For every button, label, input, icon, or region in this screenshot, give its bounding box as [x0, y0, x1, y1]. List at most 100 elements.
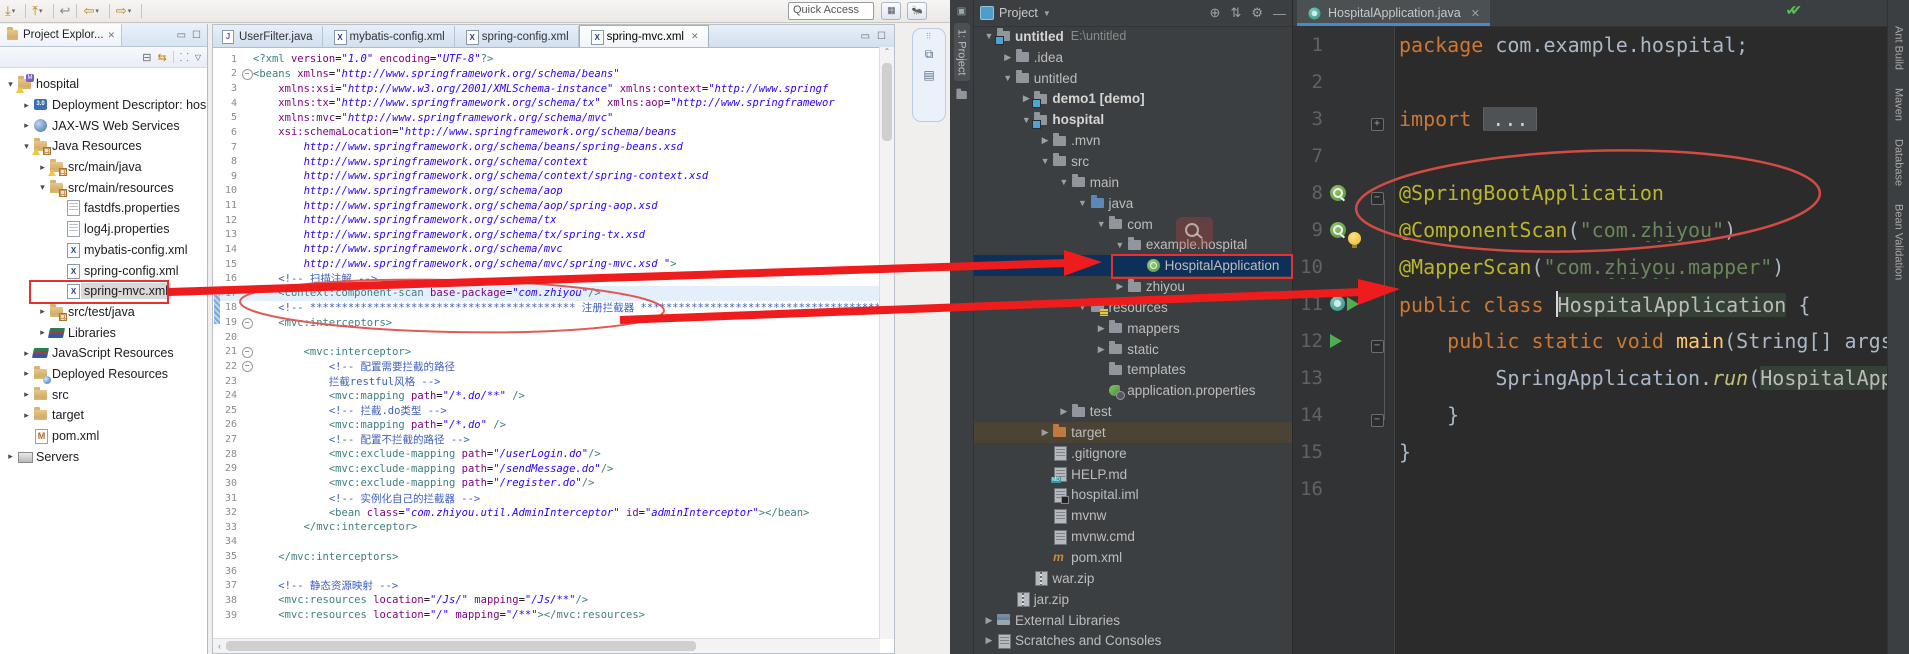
tree-twistie-icon[interactable]: ▸: [20, 120, 33, 131]
tree-item-resources[interactable]: ▼ resources: [974, 297, 1292, 318]
hide-icon[interactable]: —: [1273, 6, 1286, 21]
tree-item-mvn[interactable]: ▶ .mvn: [974, 130, 1292, 151]
minimize-editor-icon[interactable]: ▭: [861, 31, 870, 42]
tree-item-untitled[interactable]: ▼ untitled: [974, 68, 1292, 89]
tree-item-src[interactable]: ▸ src: [0, 384, 207, 405]
tree-item-mybatis-config-xml[interactable]: Xmybatis-config.xml: [0, 240, 207, 261]
tree-item-src[interactable]: ▼ src: [974, 151, 1292, 172]
tree-item-fastdfs-properties[interactable]: fastdfs.properties: [0, 198, 207, 219]
tree-twistie-icon[interactable]: ▸: [20, 389, 33, 400]
tree-item-jar-zip[interactable]: jar.zip: [974, 589, 1292, 610]
spring-boot-run-icon[interactable]: [1330, 296, 1345, 311]
tree-item-src-test-java[interactable]: ▸ src/test/java: [0, 302, 207, 323]
horizontal-scrollbar[interactable]: ‹: [213, 638, 880, 653]
forward-icon[interactable]: ⇨: [116, 3, 127, 19]
tree-item-untitled[interactable]: ▼ untitled E:\untitled: [974, 26, 1292, 47]
tree-twistie-icon[interactable]: ▸: [36, 306, 49, 317]
tree-item-main[interactable]: ▼ main: [974, 172, 1292, 193]
tree-twistie-icon[interactable]: ▸: [20, 100, 33, 111]
tree-item-zhiyou[interactable]: ▶ zhiyou: [974, 276, 1292, 297]
quick-access-box[interactable]: Quick Access: [788, 2, 874, 20]
spring-bean-gutter-icon[interactable]: [1330, 184, 1346, 201]
tree-item-com[interactable]: ▼ com: [974, 214, 1292, 235]
tree-item-src-main-java[interactable]: ▸ src/main/java: [0, 157, 207, 178]
tree-item-javascript-resources[interactable]: ▸ JavaScript Resources: [0, 343, 207, 364]
tree-item-gitignore[interactable]: .gitignore: [974, 443, 1292, 464]
tree-twistie-icon[interactable]: ▼: [982, 31, 996, 41]
tree-item-external-libraries[interactable]: ▶ External Libraries: [974, 610, 1292, 631]
tree-item-pom-xml[interactable]: Mpom.xml: [0, 426, 207, 447]
tree-item-java-resources[interactable]: ▾ Java Resources: [0, 136, 207, 157]
toolwindow-button-maven[interactable]: Maven: [1893, 88, 1905, 121]
javaee-perspective-icon[interactable]: ▦: [881, 2, 902, 20]
tree-item-src-main-resources[interactable]: ▾ src/main/resources: [0, 177, 207, 198]
fold-marker-icon[interactable]: −: [1370, 339, 1384, 353]
run-gutter-icon[interactable]: [1347, 296, 1359, 311]
dropdown-icon[interactable]: ▾: [95, 7, 99, 15]
tree-twistie-icon[interactable]: ▼: [1057, 177, 1071, 187]
vertical-scrollbar[interactable]: ⌃: [879, 47, 894, 639]
tree-item-test[interactable]: ▶ test: [974, 401, 1292, 422]
maximize-editor-icon[interactable]: ☐: [877, 31, 886, 42]
editor-tab-spring-config-xml[interactable]: Xspring-config.xml: [455, 26, 579, 47]
dropdown-icon[interactable]: ▾: [128, 7, 132, 15]
next-annotation-icon[interactable]: ⤓: [5, 3, 11, 19]
tree-item-templates[interactable]: templates: [974, 360, 1292, 381]
tree-item-war-zip[interactable]: war.zip: [974, 568, 1292, 589]
tree-twistie-icon[interactable]: ▼: [1094, 219, 1108, 229]
tree-twistie-icon[interactable]: ▶: [1001, 52, 1015, 63]
tree-item-pom-xml[interactable]: m pom.xml: [974, 547, 1292, 568]
locate-icon[interactable]: ⊕: [1210, 5, 1221, 21]
tree-twistie-icon[interactable]: ▶: [1019, 93, 1033, 104]
project-toolwindow-button[interactable]: 1: Project: [953, 23, 970, 82]
tree-twistie-icon[interactable]: ▼: [1038, 156, 1052, 166]
project-explorer-tab[interactable]: Project Explor... ✕: [0, 24, 123, 46]
tree-item-mvnw[interactable]: mvnw: [974, 505, 1292, 526]
spring-bean-gutter-icon[interactable]: [1330, 221, 1346, 238]
tree-item-java[interactable]: ▼ java: [974, 193, 1292, 214]
editor-tab-hospitalapplication[interactable]: HospitalApplication.java ✕: [1297, 0, 1490, 26]
fold-marker-icon[interactable]: +: [1370, 117, 1384, 131]
tree-item-example-hospital[interactable]: ▼ example.hospital: [974, 234, 1292, 255]
tree-item-jax-ws-web-services[interactable]: ▸ JAX-WS Web Services: [0, 115, 207, 136]
tree-item-help-md[interactable]: MD HELP.md: [974, 464, 1292, 485]
editor-tab-spring-mvc-xml[interactable]: Xspring-mvc.xml ✕: [578, 25, 709, 47]
view-menu-icon[interactable]: ▽: [195, 53, 201, 62]
previous-annotation-icon[interactable]: ⤒: [32, 3, 38, 19]
fold-marker-icon[interactable]: −: [1370, 413, 1384, 427]
tree-item-spring-mvc-xml[interactable]: Xspring-mvc.xml: [0, 281, 207, 302]
view-menu-dots-icon[interactable]: ⸬: [180, 50, 189, 65]
toolwindow-button-ant-build[interactable]: Ant Build: [1893, 26, 1905, 70]
intention-bulb-icon[interactable]: [1348, 232, 1361, 248]
tree-item-demo1-demo[interactable]: ▶ demo1 [demo]: [974, 89, 1292, 110]
maximize-view-icon[interactable]: ☐: [192, 30, 201, 41]
tree-item-target[interactable]: ▸ target: [0, 405, 207, 426]
tree-item-deployed-resources[interactable]: ▸ Deployed Resources: [0, 364, 207, 385]
collapse-all-icon[interactable]: ⊟: [142, 51, 151, 64]
tree-twistie-icon[interactable]: ▶: [982, 615, 996, 626]
tree-twistie-icon[interactable]: ▶: [1038, 135, 1052, 146]
tree-item-hospitalapplication[interactable]: HospitalApplication: [974, 255, 1292, 277]
close-tab-icon[interactable]: ✕: [1471, 7, 1480, 20]
tree-item-deployment-descriptor-hospital[interactable]: ▸3.0Deployment Descriptor: hospital: [0, 95, 207, 116]
close-tab-icon[interactable]: ✕: [691, 31, 699, 42]
tree-item-hospital[interactable]: ▼ hospital: [974, 109, 1292, 130]
tree-item-mvnw-cmd[interactable]: mvnw.cmd: [974, 526, 1292, 547]
run-gutter-icon[interactable]: [1330, 333, 1342, 348]
tree-twistie-icon[interactable]: ▶: [1038, 427, 1052, 438]
tree-item-target[interactable]: ▶ target: [974, 422, 1292, 443]
dropdown-icon[interactable]: ▾: [39, 7, 43, 15]
editor-tab-userfilter-java[interactable]: J UserFilter.java: [213, 26, 323, 47]
tree-item-spring-config-xml[interactable]: Xspring-config.xml: [0, 260, 207, 281]
last-edit-location-icon[interactable]: ↩: [60, 3, 71, 19]
toolwindow-button-bean-validation[interactable]: Bean Validation: [1893, 204, 1905, 280]
tree-twistie-icon[interactable]: ▼: [1113, 240, 1127, 250]
tree-twistie-icon[interactable]: ▶: [1094, 344, 1108, 355]
xml-editor[interactable]: 1 <?xml version="1.0" encoding="UTF-8"?> 2…: [213, 47, 880, 639]
dropdown-icon[interactable]: ▾: [12, 7, 16, 15]
tree-twistie-icon[interactable]: ▼: [1076, 198, 1090, 208]
tree-twistie-icon[interactable]: ▼: [1076, 302, 1090, 312]
chevron-down-icon[interactable]: ▼: [1043, 9, 1051, 18]
tree-twistie-icon[interactable]: ▶: [1113, 281, 1127, 292]
tree-twistie-icon[interactable]: ▾: [36, 182, 49, 193]
